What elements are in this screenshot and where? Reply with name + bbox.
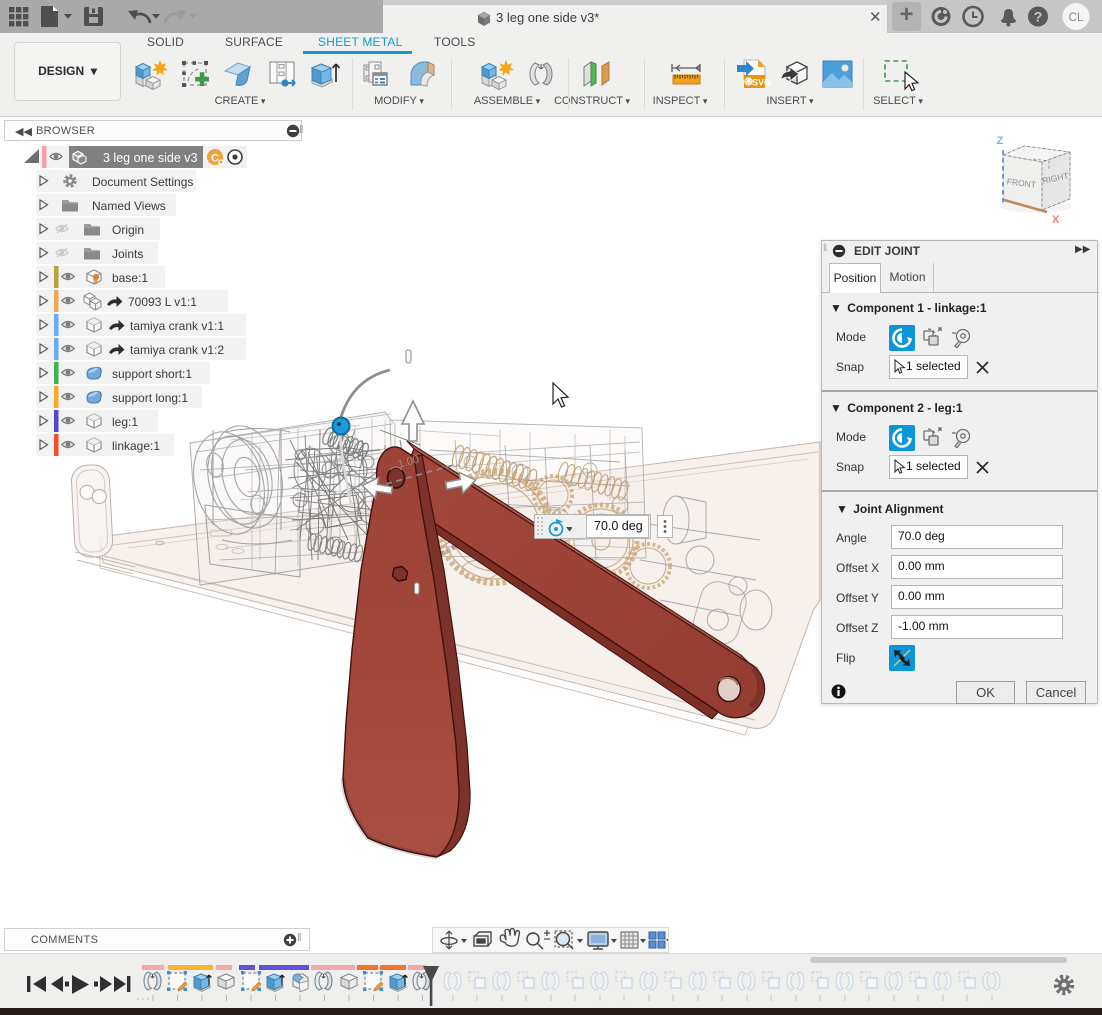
svg-text:base:1: base:1 [112, 271, 148, 285]
svg-text:70093 L v1:1: 70093 L v1:1 [128, 295, 197, 309]
svg-text:tamiya crank v1:1: tamiya crank v1:1 [130, 319, 224, 333]
svg-text:3 leg one side v3: 3 leg one side v3 [103, 151, 198, 165]
svg-text:support short:1: support short:1 [112, 367, 192, 381]
svg-text:Document Settings: Document Settings [92, 175, 193, 189]
svg-text:CL: CL [1069, 12, 1084, 24]
svg-text:tamiya crank v1:2: tamiya crank v1:2 [130, 343, 224, 357]
svg-text:Joints: Joints [112, 247, 143, 261]
svg-text:leg:1: leg:1 [112, 415, 138, 429]
svg-text:C: C [211, 153, 219, 165]
svg-text:Named Views: Named Views [92, 199, 166, 213]
svg-text:X: X [1052, 214, 1060, 226]
svg-text:Origin: Origin [112, 223, 144, 237]
svg-text:Z: Z [997, 135, 1004, 147]
svg-text:?: ? [1034, 9, 1043, 25]
svg-text:linkage:1: linkage:1 [112, 439, 160, 453]
svg-text:support long:1: support long:1 [112, 391, 188, 405]
